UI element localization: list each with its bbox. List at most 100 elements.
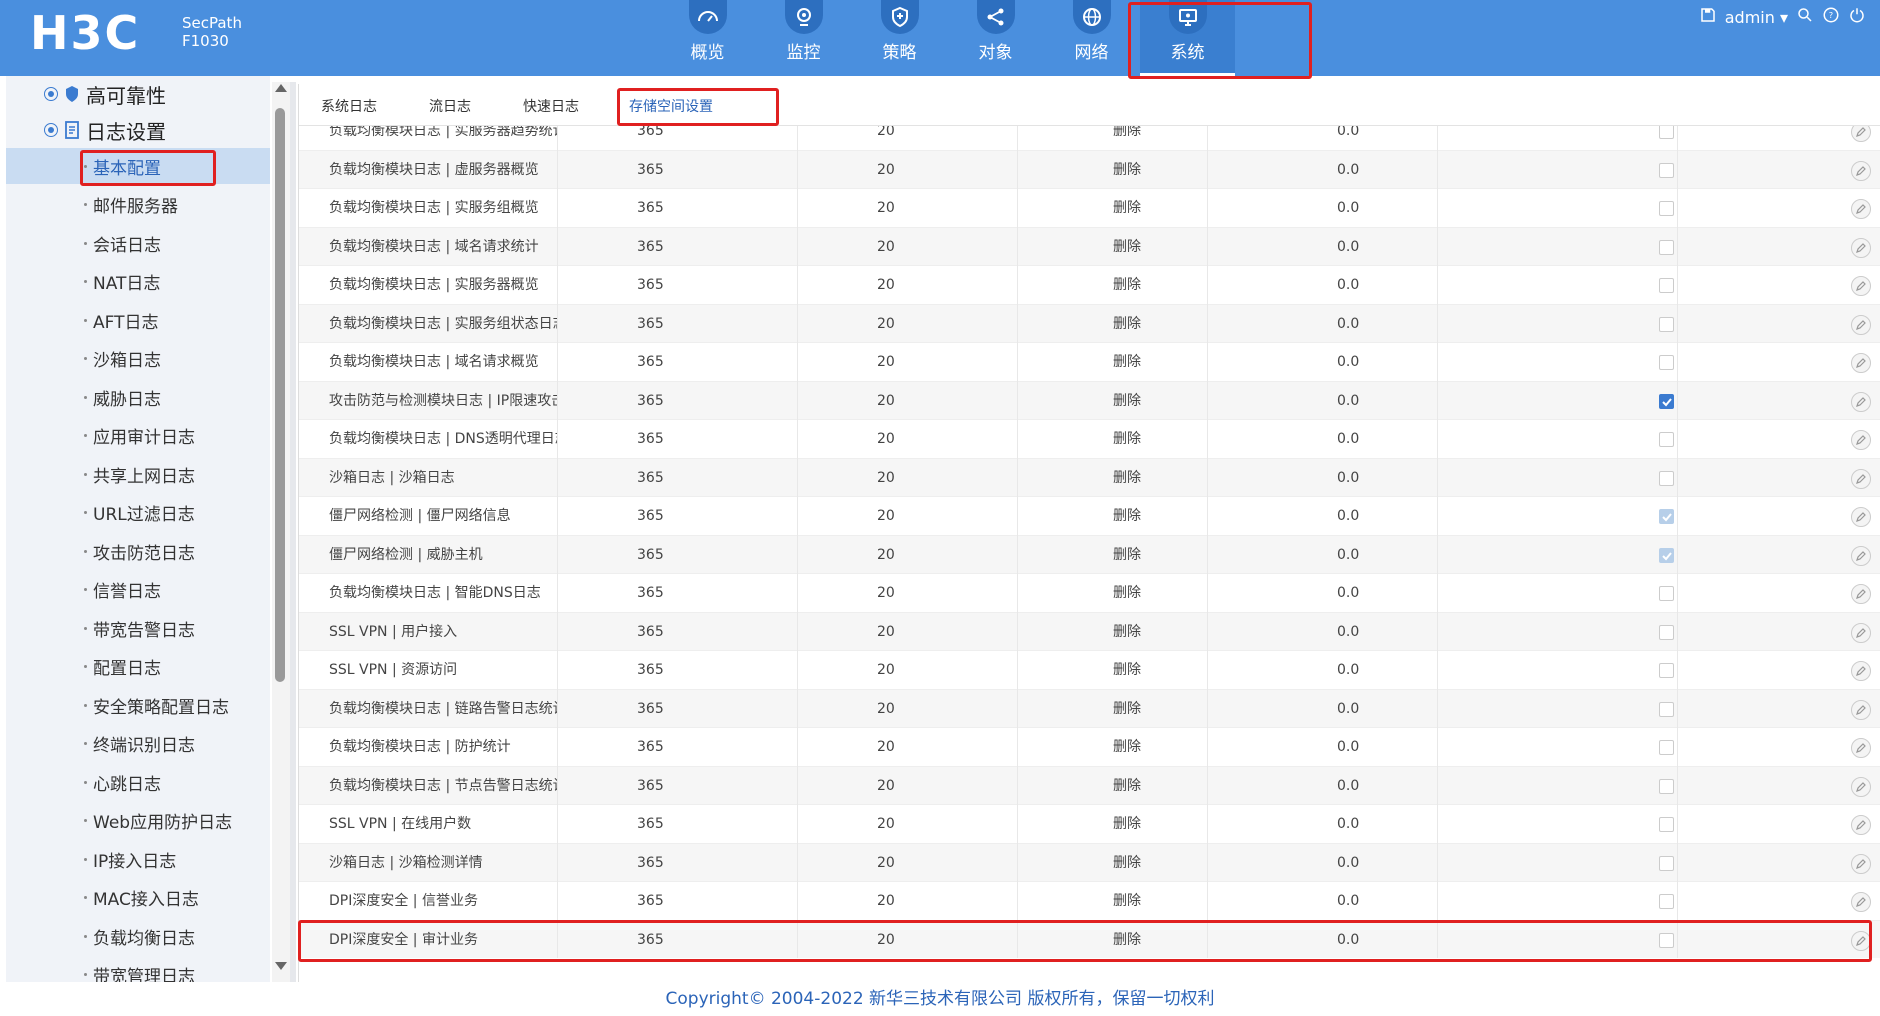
edit-icon[interactable] bbox=[1851, 237, 1871, 258]
sidebar-item-label: NAT日志 bbox=[93, 274, 161, 294]
edit-icon[interactable] bbox=[1851, 892, 1871, 912]
tab-flow-log[interactable]: 流日志 bbox=[429, 96, 471, 116]
edit-icon[interactable] bbox=[1851, 815, 1871, 835]
row-checkbox[interactable] bbox=[1659, 701, 1674, 717]
sidebar-item[interactable]: 共享上网日志 bbox=[6, 456, 270, 492]
row-checkbox[interactable] bbox=[1659, 126, 1674, 139]
sidebar-scrollbar[interactable] bbox=[272, 82, 290, 982]
edit-icon[interactable] bbox=[1851, 126, 1871, 142]
edit-icon[interactable] bbox=[1851, 314, 1871, 335]
logout-icon[interactable] bbox=[1848, 6, 1866, 28]
collapse-toggle-icon[interactable] bbox=[44, 123, 58, 137]
sidebar-item[interactable]: 终端识别日志 bbox=[6, 726, 270, 762]
edit-icon[interactable] bbox=[1851, 199, 1871, 219]
sidebar-item[interactable]: NAT日志 bbox=[6, 264, 270, 300]
sidebar-group-ha[interactable]: 高可靠性 bbox=[6, 76, 270, 112]
row-checkbox[interactable] bbox=[1659, 355, 1674, 370]
storage-percent-cell: 20 bbox=[877, 546, 895, 563]
nav-system[interactable]: 系统 bbox=[1140, 0, 1235, 76]
edit-icon[interactable] bbox=[1851, 661, 1871, 681]
edit-icon[interactable] bbox=[1851, 622, 1871, 643]
row-checkbox[interactable] bbox=[1659, 162, 1674, 178]
sidebar-item[interactable]: IP接入日志 bbox=[6, 841, 270, 877]
retention-days-cell: 365 bbox=[637, 662, 664, 678]
row-checkbox[interactable] bbox=[1659, 239, 1674, 255]
sidebar-item[interactable]: AFT日志 bbox=[6, 302, 270, 338]
save-icon[interactable] bbox=[1699, 6, 1717, 28]
sidebar-item[interactable]: 带宽管理日志 bbox=[6, 957, 270, 982]
sidebar-item[interactable]: 安全策略配置日志 bbox=[6, 687, 270, 723]
row-checkbox[interactable] bbox=[1659, 586, 1674, 601]
row-checkbox[interactable] bbox=[1659, 470, 1674, 486]
row-checkbox[interactable] bbox=[1659, 778, 1674, 794]
help-icon[interactable]: ? bbox=[1822, 6, 1840, 28]
edit-icon[interactable] bbox=[1851, 545, 1871, 566]
edit-icon[interactable] bbox=[1851, 468, 1871, 489]
row-checkbox[interactable] bbox=[1659, 278, 1674, 293]
sidebar-item[interactable]: 心跳日志 bbox=[6, 764, 270, 800]
column-divider bbox=[797, 728, 798, 767]
edit-icon[interactable] bbox=[1851, 930, 1871, 951]
column-divider bbox=[1017, 651, 1018, 690]
collapse-toggle-icon[interactable] bbox=[44, 87, 58, 101]
sidebar-item[interactable]: 信誉日志 bbox=[6, 572, 270, 608]
sidebar-item[interactable]: MAC接入日志 bbox=[6, 880, 270, 916]
row-checkbox[interactable] bbox=[1659, 663, 1674, 678]
table-row: DPI深度安全 | 审计业务 365 20 删除 0.0 bbox=[299, 920, 1880, 958]
nav-overview[interactable]: 概览 bbox=[660, 0, 755, 76]
sidebar-group-log-settings[interactable]: 日志设置 bbox=[6, 112, 270, 148]
edit-icon[interactable] bbox=[1851, 738, 1871, 758]
row-checkbox[interactable] bbox=[1659, 817, 1674, 832]
edit-icon[interactable] bbox=[1851, 507, 1871, 527]
sidebar-item[interactable]: 攻击防范日志 bbox=[6, 533, 270, 569]
row-checkbox[interactable] bbox=[1659, 316, 1674, 332]
column-divider bbox=[557, 497, 558, 536]
row-checkbox[interactable] bbox=[1659, 201, 1674, 216]
sidebar-item[interactable]: 带宽告警日志 bbox=[6, 610, 270, 646]
tab-storage-settings[interactable]: 存储空间设置 bbox=[629, 96, 713, 116]
sidebar-item[interactable]: Web应用防护日志 bbox=[6, 803, 270, 839]
row-checkbox[interactable] bbox=[1659, 432, 1674, 447]
edit-icon[interactable] bbox=[1851, 430, 1871, 450]
nav-monitor[interactable]: 监控 bbox=[756, 0, 851, 76]
sidebar-item[interactable]: URL过滤日志 bbox=[6, 495, 270, 531]
nav-object[interactable]: 对象 bbox=[948, 0, 1043, 76]
tab-system-log[interactable]: 系统日志 bbox=[321, 96, 377, 116]
sidebar-item[interactable]: 配置日志 bbox=[6, 649, 270, 685]
column-divider bbox=[797, 574, 798, 613]
table-row: 负载均衡模块日志 | DNS透明代理日志 365 20 删除 0.0 bbox=[299, 420, 1880, 459]
edit-icon[interactable] bbox=[1851, 353, 1871, 373]
edit-icon[interactable] bbox=[1851, 391, 1871, 412]
row-checkbox[interactable] bbox=[1659, 624, 1674, 640]
row-checkbox[interactable] bbox=[1659, 855, 1674, 871]
sidebar-item[interactable]: 会话日志 bbox=[6, 225, 270, 261]
tab-fast-log[interactable]: 快速日志 bbox=[523, 96, 579, 116]
edit-icon[interactable] bbox=[1851, 160, 1871, 181]
sidebar-item[interactable]: 邮件服务器 bbox=[6, 187, 270, 223]
row-checkbox[interactable] bbox=[1659, 740, 1674, 755]
sidebar-item[interactable]: 沙箱日志 bbox=[6, 341, 270, 377]
nav-policy[interactable]: 策略 bbox=[852, 0, 947, 76]
edit-icon[interactable] bbox=[1851, 584, 1871, 604]
edit-icon[interactable] bbox=[1851, 853, 1871, 874]
row-checkbox[interactable] bbox=[1659, 894, 1674, 909]
sidebar-item[interactable]: 应用审计日志 bbox=[6, 418, 270, 454]
scroll-thumb[interactable] bbox=[275, 108, 285, 682]
nav-network[interactable]: 网络 bbox=[1044, 0, 1139, 76]
search-icon[interactable] bbox=[1796, 6, 1814, 28]
row-checkbox[interactable] bbox=[1659, 393, 1674, 409]
sidebar-item[interactable]: 威胁日志 bbox=[6, 379, 270, 415]
scroll-up-icon[interactable] bbox=[275, 84, 287, 92]
column-divider bbox=[797, 805, 798, 844]
pane-splitter[interactable] bbox=[290, 82, 296, 982]
sidebar-item[interactable]: 负载均衡日志 bbox=[6, 918, 270, 954]
storage-percent-cell: 20 bbox=[877, 893, 895, 909]
edit-icon[interactable] bbox=[1851, 276, 1871, 296]
scroll-down-icon[interactable] bbox=[275, 962, 287, 970]
edit-icon[interactable] bbox=[1851, 699, 1871, 720]
row-checkbox[interactable] bbox=[1659, 932, 1674, 948]
edit-icon[interactable] bbox=[1851, 776, 1871, 797]
sidebar-item[interactable]: 基本配置 bbox=[6, 148, 270, 184]
column-divider bbox=[1437, 343, 1438, 382]
user-menu[interactable]: admin ▾ bbox=[1725, 8, 1788, 27]
